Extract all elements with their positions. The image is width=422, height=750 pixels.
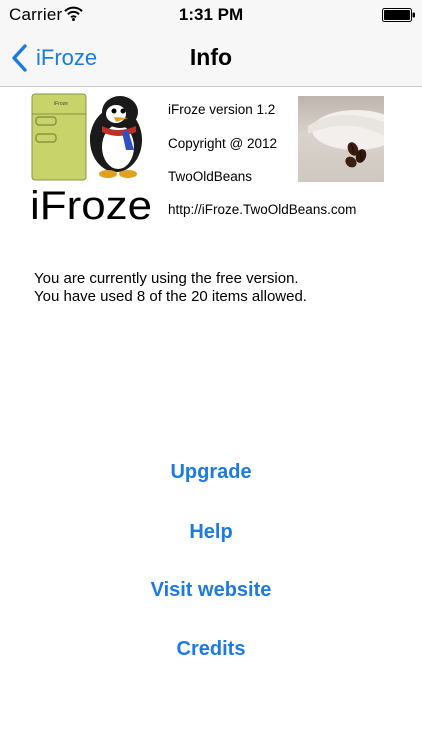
- copyright-label: Copyright @ 2012: [168, 136, 278, 151]
- credits-button[interactable]: Credits: [0, 638, 422, 661]
- info-screen: Carrier 1:31 PM iFroze Info iFroze iFroz…: [0, 0, 422, 750]
- status-bar: Carrier 1:31 PM: [0, 0, 422, 30]
- page-title: Info: [189, 44, 233, 70]
- company-label: TwoOldBeans: [168, 169, 253, 184]
- navigation-bar: iFroze Info: [0, 30, 422, 87]
- visit-website-button[interactable]: Visit website: [0, 579, 422, 602]
- website-label: http://iFroze.TwoOldBeans.com: [168, 202, 357, 217]
- upgrade-button[interactable]: Upgrade: [0, 461, 422, 484]
- logo-wordmark: iFroze: [30, 184, 152, 224]
- notice-line-1: You are currently using the free version…: [34, 270, 299, 287]
- notice-line-2: You have used 8 of the 20 items allowed.: [34, 288, 307, 305]
- app-logo: iFroze iFroze: [30, 93, 152, 224]
- coffee-beans-photo: [298, 96, 384, 182]
- help-button[interactable]: Help: [0, 521, 422, 544]
- battery-icon: [382, 8, 415, 22]
- status-time: 1:31 PM: [178, 5, 244, 24]
- fridge-label: iFroze: [54, 101, 68, 107]
- free-version-notice: You are currently using the free version…: [34, 270, 307, 306]
- version-label: iFroze version 1.2: [168, 102, 276, 117]
